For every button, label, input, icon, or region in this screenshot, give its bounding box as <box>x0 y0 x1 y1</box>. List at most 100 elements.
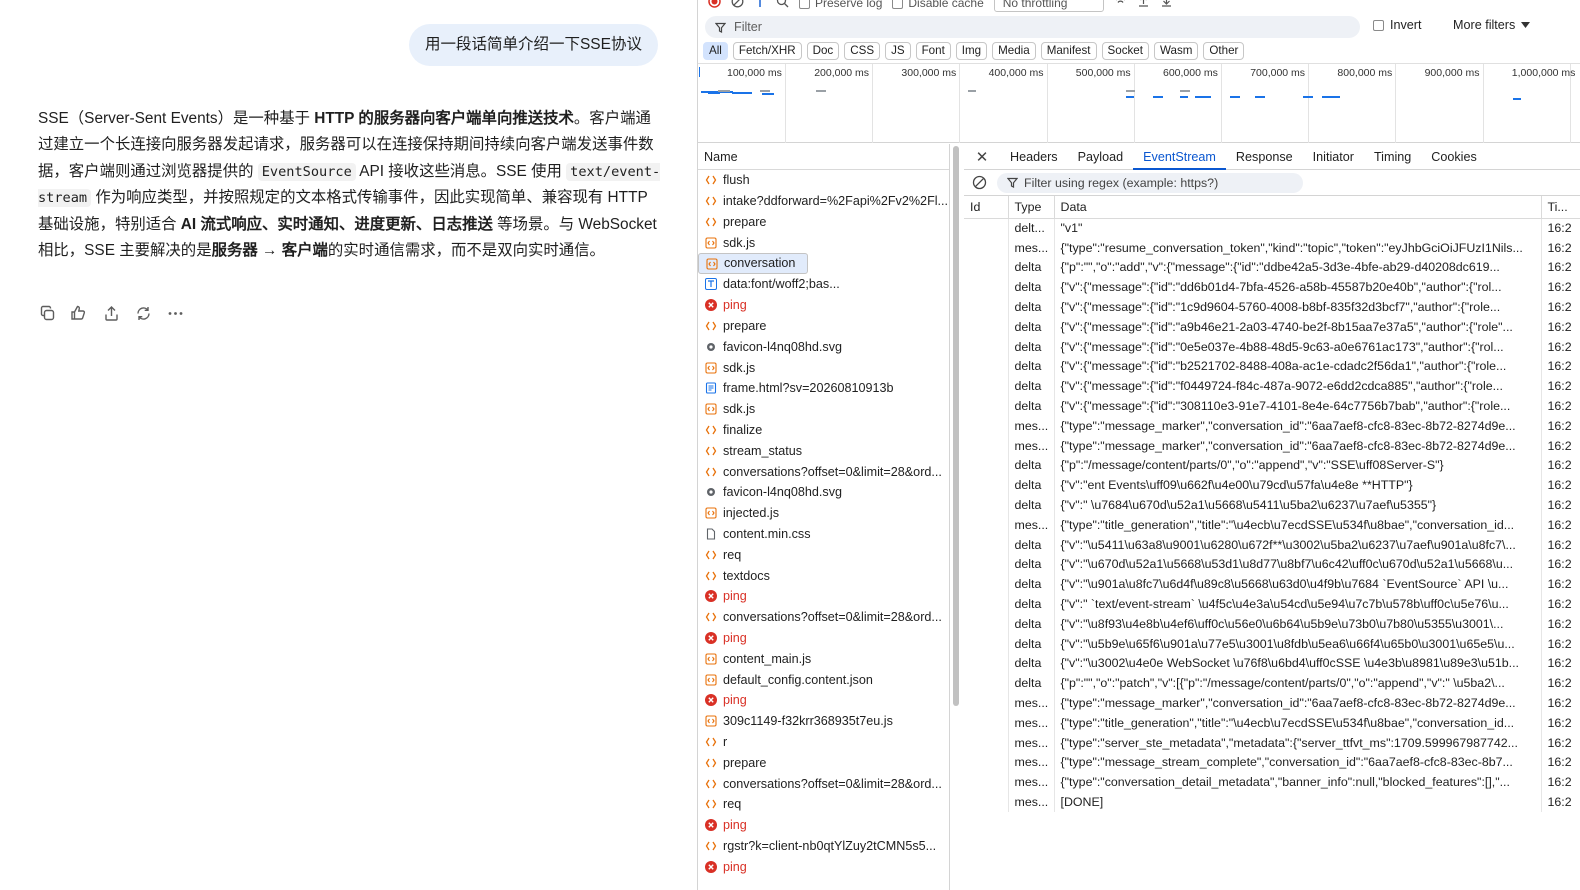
export-har-icon[interactable] <box>1160 0 1173 11</box>
request-row[interactable]: conversations?offset=0&limit=28&ord... <box>698 461 949 482</box>
event-row[interactable]: delta {"v":"ent Events\uff09\u662f\u4e00\… <box>964 475 1580 496</box>
event-row[interactable]: delt... "v1" 16:2 <box>964 218 1580 238</box>
filter-toggle-icon[interactable] <box>754 0 766 11</box>
refresh-icon[interactable] <box>134 304 152 322</box>
request-row[interactable]: prepare <box>698 316 949 337</box>
request-row[interactable]: conversations?offset=0&limit=28&ord... <box>698 773 949 794</box>
event-row[interactable]: mes... {"type":"resume_conversation_token… <box>964 237 1580 258</box>
invert-checkbox[interactable]: Invert <box>1373 18 1422 32</box>
filter-chip-wasm[interactable]: Wasm <box>1153 42 1199 60</box>
column-header-time[interactable]: Ti... <box>1541 196 1580 219</box>
request-row[interactable]: ping <box>698 690 949 711</box>
thumbs-icon[interactable] <box>70 304 88 322</box>
event-row[interactable]: mes... {"type":"conversation_detail_metad… <box>964 772 1580 793</box>
request-row[interactable]: frame.html?sv=20260810913b <box>698 378 949 399</box>
request-row[interactable]: ping <box>698 856 949 877</box>
clear-icon[interactable] <box>731 0 744 11</box>
column-header-id[interactable]: Id <box>964 196 1009 219</box>
event-row[interactable]: delta {"v":{"message":{"id":"f0449724-f84… <box>964 376 1580 397</box>
request-row[interactable]: ping <box>698 586 949 607</box>
import-har-icon[interactable] <box>1137 0 1150 11</box>
filter-chip-other[interactable]: Other <box>1203 42 1245 60</box>
request-row[interactable]: ping <box>698 628 949 649</box>
request-row[interactable]: sdk.js <box>698 232 949 253</box>
event-row[interactable]: mes... {"type":"server_ste_metadata","met… <box>964 732 1580 753</box>
network-timeline-overview[interactable]: 100,000 ms 200,000 ms 300,000 ms 400,000 ms… <box>698 63 1580 143</box>
filter-chip-js[interactable]: JS <box>885 42 911 60</box>
record-icon[interactable] <box>708 0 721 11</box>
filter-chip-doc[interactable]: Doc <box>806 42 840 60</box>
share-icon[interactable] <box>102 304 120 322</box>
search-icon[interactable] <box>776 0 789 11</box>
copy-icon[interactable] <box>38 304 56 322</box>
scrollbar-thumb[interactable] <box>953 146 959 706</box>
request-row[interactable]: intake?ddforward=%2Fapi%2Fv2%2Fl... <box>698 191 949 212</box>
event-row[interactable]: delta {"p":"","o":"add","v":{"message":{"… <box>964 257 1580 278</box>
filter-chip-media[interactable]: Media <box>992 42 1036 60</box>
event-row[interactable]: mes... {"type":"message_stream_complete",… <box>964 752 1580 773</box>
tab-timing[interactable]: Timing <box>1364 144 1421 170</box>
request-row[interactable]: ping <box>698 295 949 316</box>
request-row[interactable]: content_main.js <box>698 648 949 669</box>
event-row[interactable]: delta {"v":"\u5411\u63a8\u9001\u6280\u672… <box>964 534 1580 555</box>
request-row[interactable]: textdocs <box>698 565 949 586</box>
column-header-type[interactable]: Type <box>1008 196 1055 219</box>
request-row[interactable]: data:font/woff2;bas... <box>698 274 949 295</box>
event-row[interactable]: delta {"v":"\u670d\u52a1\u5668\u53d1\u8d7… <box>964 554 1580 575</box>
event-row[interactable]: delta {"v":{"message":{"id":"0e5e037e-4b8… <box>964 336 1580 357</box>
disable-cache-checkbox[interactable]: Disable cache <box>892 0 984 10</box>
request-row[interactable]: req <box>698 544 949 565</box>
more-filters-dropdown[interactable]: More filters <box>1453 18 1531 32</box>
request-row[interactable]: prepare <box>698 752 949 773</box>
event-row[interactable]: delta {"p":"/message/content/parts/0","o"… <box>964 455 1580 476</box>
filter-chip-css[interactable]: CSS <box>844 42 881 60</box>
network-filter-input[interactable]: Filter <box>705 16 1360 38</box>
event-row[interactable]: delta {"v":{"message":{"id":"1c9d9604-576… <box>964 297 1580 317</box>
clear-icon[interactable] <box>972 175 987 190</box>
request-row[interactable]: 309c1149-f32krr368935t7eu.js <box>698 711 949 732</box>
name-column-header[interactable]: Name <box>698 144 949 170</box>
filter-chip-manifest[interactable]: Manifest <box>1040 42 1097 60</box>
close-icon[interactable]: ✕ <box>964 148 1000 166</box>
request-row[interactable]: sdk.js <box>698 357 949 378</box>
request-list-scrollbar[interactable] <box>952 146 960 890</box>
request-row[interactable]: default_config.content.json <box>698 669 949 690</box>
request-row[interactable]: prepare <box>698 212 949 233</box>
event-row[interactable]: delta {"v":{"message":{"id":"a9b46e21-2a0… <box>964 316 1580 337</box>
filter-chip-img[interactable]: Img <box>955 42 988 60</box>
more-icon[interactable] <box>166 304 184 322</box>
request-row[interactable]: content.min.css <box>698 524 949 545</box>
request-row[interactable]: req <box>698 794 949 815</box>
eventstream-filter-input[interactable]: Filter using regex (example: https?) <box>997 172 1303 193</box>
tab-eventstream[interactable]: EventStream <box>1133 144 1226 170</box>
request-row[interactable]: favicon-l4nq08hd.svg <box>698 482 949 503</box>
event-row[interactable]: delta {"v":" `text/event-stream` \u4f5c\u… <box>964 594 1580 614</box>
tab-payload[interactable]: Payload <box>1068 144 1134 170</box>
event-row[interactable]: delta {"v":{"message":{"id":"b2521702-848… <box>964 356 1580 377</box>
request-row[interactable]: stream_status <box>698 440 949 461</box>
event-row[interactable]: mes... {"type":"title_generation","title"… <box>964 514 1580 535</box>
request-row[interactable]: r <box>698 732 949 753</box>
filter-chip-socket[interactable]: Socket <box>1101 42 1149 60</box>
tab-headers[interactable]: Headers <box>1000 144 1068 170</box>
request-row[interactable]: conversations?offset=0&limit=28&ord... <box>698 607 949 628</box>
event-row[interactable]: delta {"v":"\u5b9e\u65f6\u901a\u77e5\u300… <box>964 633 1580 654</box>
request-row[interactable]: sdk.js <box>698 399 949 420</box>
event-row[interactable]: delta {"v":" \u7684\u670d\u52a1\u5668\u54… <box>964 495 1580 515</box>
tab-initiator[interactable]: Initiator <box>1303 144 1364 170</box>
filter-chip-font[interactable]: Font <box>915 42 951 60</box>
event-row[interactable]: mes... {"type":"message_marker","conversa… <box>964 693 1580 713</box>
event-row[interactable]: delta {"v":"\u8f93\u4e8b\u4ef6\uff0c\u56e… <box>964 613 1580 634</box>
event-row[interactable]: mes... {"type":"message_marker","conversa… <box>964 415 1580 436</box>
throttling-select[interactable]: No throttling <box>993 0 1104 12</box>
request-row[interactable]: flush <box>698 170 949 191</box>
event-row[interactable]: delta {"v":{"message":{"id":"308110e3-91e… <box>964 396 1580 416</box>
request-row[interactable]: finalize <box>698 420 949 441</box>
tab-cookies[interactable]: Cookies <box>1421 144 1487 170</box>
network-conditions-icon[interactable] <box>1114 0 1127 11</box>
request-row[interactable]: rgstr?k=client-nb0qtYlZuy2tCMN5s5... <box>698 836 949 857</box>
request-row[interactable]: ping <box>698 815 949 836</box>
filter-chip-fetchxhr[interactable]: Fetch/XHR <box>732 42 802 60</box>
column-header-data[interactable]: Data <box>1054 196 1542 219</box>
event-row[interactable]: delta {"v":"\u3002\u4e0e WebSocket \u76f8… <box>964 653 1580 674</box>
